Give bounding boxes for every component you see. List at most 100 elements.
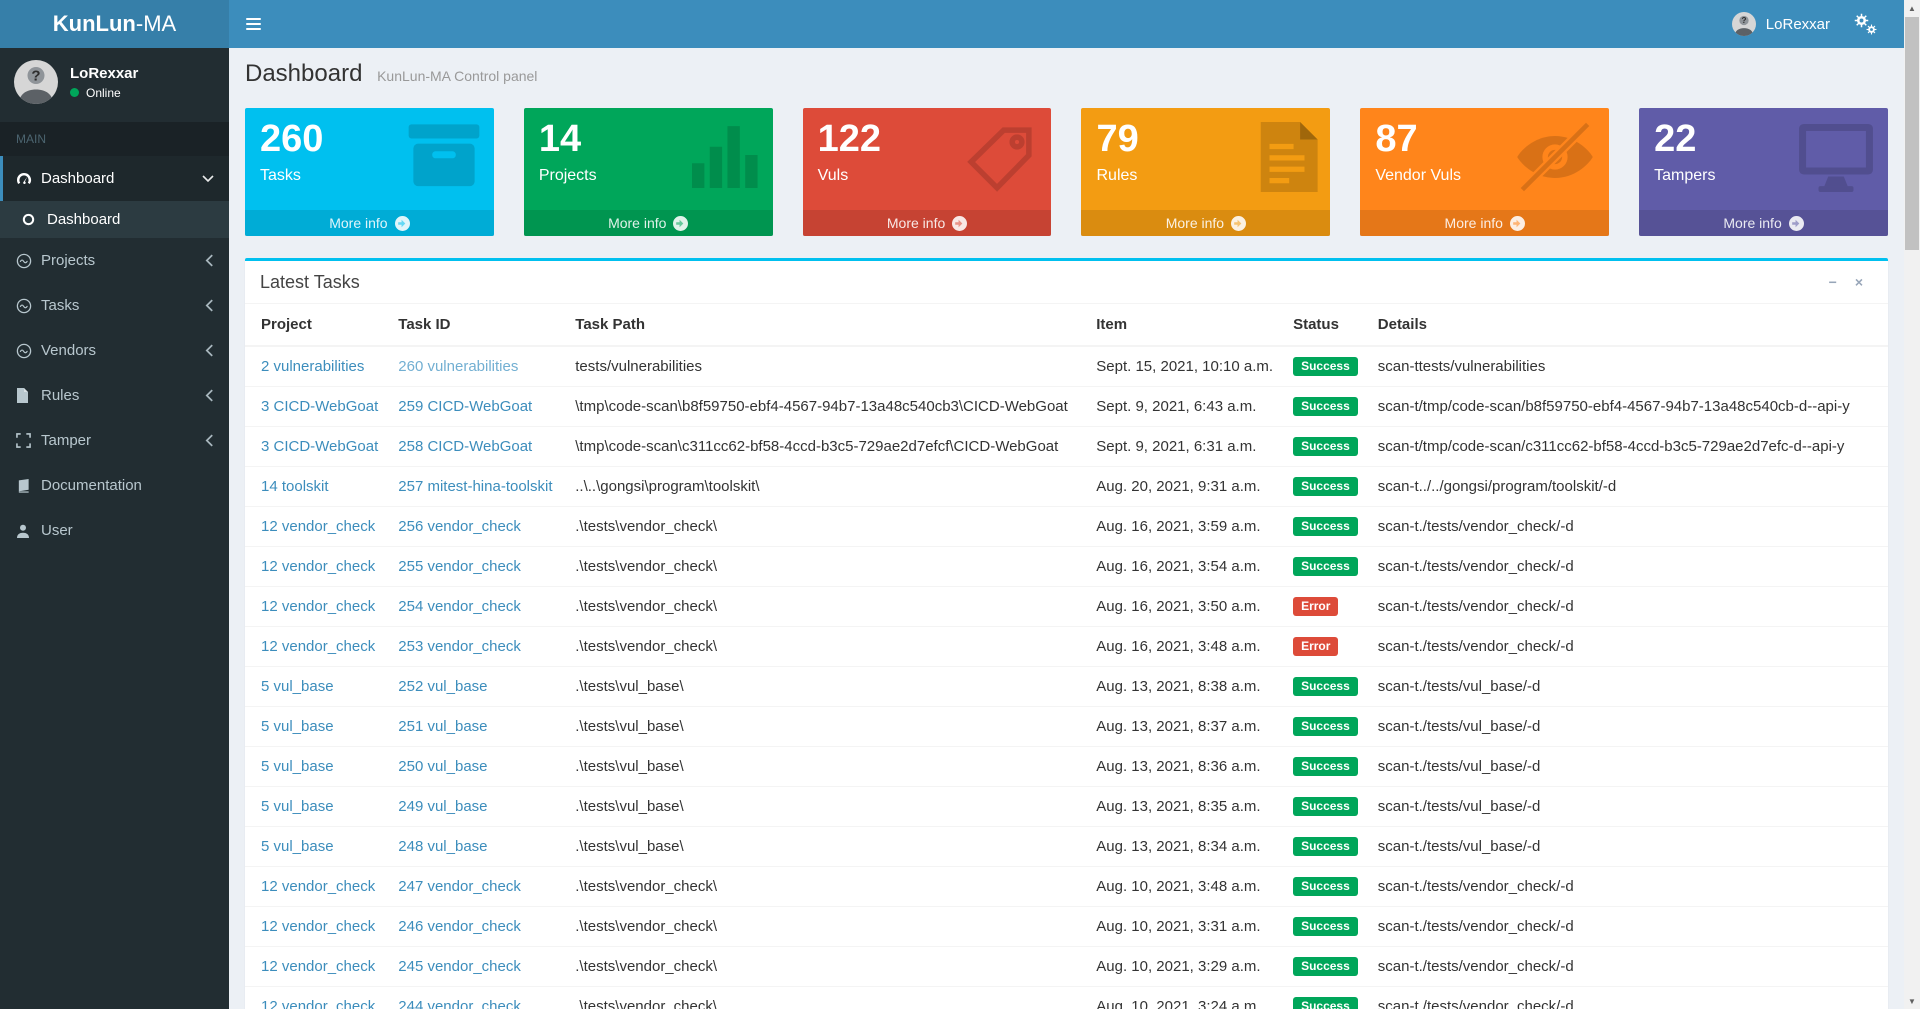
task-path: .\tests\vendor_check\ [565, 987, 1086, 1009]
task-id-link[interactable]: 252 vul_base [398, 678, 487, 695]
sidebar-item-projects: Projects [0, 238, 229, 283]
project-link[interactable]: 5 vul_base [261, 758, 334, 775]
scrollbar-thumb[interactable] [1905, 17, 1919, 250]
app-logo[interactable]: KunLun-MA [0, 0, 229, 48]
info-box-vuls: 122 Vuls More info [803, 108, 1052, 236]
scroll-down-arrow[interactable]: ▼ [1904, 993, 1920, 1009]
project-link[interactable]: 5 vul_base [261, 798, 334, 815]
chevron-left-icon [205, 434, 214, 447]
task-id-link[interactable]: 245 vendor_check [398, 958, 521, 975]
info-box-value: 79 [1096, 120, 1315, 158]
task-id-link[interactable]: 249 vul_base [398, 798, 487, 815]
table-row: 5 vul_base249 vul_base.\tests\vul_base\A… [245, 787, 1888, 827]
task-id-link[interactable]: 251 vul_base [398, 718, 487, 735]
table-row: 5 vul_base248 vul_base.\tests\vul_base\A… [245, 827, 1888, 867]
status-badge: Success [1293, 917, 1358, 936]
sidebar-link-dashboard[interactable]: Dashboard [0, 156, 229, 201]
project-link[interactable]: 12 vendor_check [261, 878, 375, 895]
info-box-vendor-vuls: 87 Vendor Vuls More info [1360, 108, 1609, 236]
project-link[interactable]: 3 CICD-WebGoat [261, 398, 378, 415]
task-details: scan-t./tests/vendor_check/-d [1368, 867, 1888, 907]
task-id-link[interactable]: 260 vulnerabilities [398, 358, 518, 375]
logo-text-light: -MA [136, 11, 176, 36]
sidebar-item-tamper: Tamper [0, 418, 229, 463]
settings-gears-icon[interactable] [1844, 0, 1890, 48]
hamburger-icon [246, 18, 261, 30]
sidebar-item-label: Tamper [41, 432, 205, 449]
sidebar-link-user[interactable]: User [0, 508, 229, 553]
task-id-link[interactable]: 257 mitest-hina-toolskit [398, 478, 552, 495]
project-link[interactable]: 5 vul_base [261, 838, 334, 855]
sidebar-user-panel: ? LoRexxar Online [0, 48, 229, 118]
vertical-scrollbar[interactable]: ▲ ▼ [1904, 0, 1920, 1009]
task-path: .\tests\vendor_check\ [565, 547, 1086, 587]
project-link[interactable]: 12 vendor_check [261, 638, 375, 655]
task-id-link[interactable]: 258 CICD-WebGoat [398, 438, 532, 455]
panel-header: Latest Tasks − × [245, 261, 1888, 304]
task-id-link[interactable]: 259 CICD-WebGoat [398, 398, 532, 415]
chevron-left-icon [205, 254, 214, 267]
scroll-up-arrow[interactable]: ▲ [1904, 0, 1920, 16]
more-info-link-projects[interactable]: More info [524, 210, 773, 236]
project-link[interactable]: 5 vul_base [261, 678, 334, 695]
sidebar-link-vendors[interactable]: Vendors [0, 328, 229, 373]
sidebar-sublink-dashboard[interactable]: Dashboard [0, 201, 229, 238]
sidebar-link-tamper[interactable]: Tamper [0, 418, 229, 463]
table-row: 12 vendor_check247 vendor_check.\tests\v… [245, 867, 1888, 907]
info-box-row: 260 Tasks More info 14 Projects More inf… [245, 108, 1888, 236]
task-id-link[interactable]: 253 vendor_check [398, 638, 521, 655]
task-item-timestamp: Aug. 10, 2021, 3:31 a.m. [1086, 907, 1283, 947]
task-id-link[interactable]: 254 vendor_check [398, 598, 521, 615]
project-link[interactable]: 12 vendor_check [261, 998, 375, 1009]
task-id-link[interactable]: 256 vendor_check [398, 518, 521, 535]
sidebar-link-rules[interactable]: Rules [0, 373, 229, 418]
more-info-label: More info [608, 215, 666, 231]
task-id-link[interactable]: 255 vendor_check [398, 558, 521, 575]
project-link[interactable]: 12 vendor_check [261, 918, 375, 935]
more-info-link-vendor-vuls[interactable]: More info [1360, 210, 1609, 236]
sidebar-link-documentation[interactable]: Documentation [0, 463, 229, 508]
collapse-button[interactable]: − [1827, 273, 1839, 291]
task-id-link[interactable]: 244 vendor_check [398, 998, 521, 1009]
project-link[interactable]: 12 vendor_check [261, 598, 375, 615]
task-path: .\tests\vendor_check\ [565, 507, 1086, 547]
arrow-circle-right-icon [1231, 216, 1246, 231]
project-link[interactable]: 5 vul_base [261, 718, 334, 735]
task-id-link[interactable]: 246 vendor_check [398, 918, 521, 935]
table-row: 3 CICD-WebGoat 259 CICD-WebGoat \tmp\code-… [245, 387, 1888, 427]
task-path: .\tests\vendor_check\ [565, 587, 1086, 627]
table-row: 12 vendor_check 254 vendor_check .\tests\v… [245, 587, 1888, 627]
project-link[interactable]: 2 vulnerabilities [261, 358, 364, 375]
sidebar-toggle-button[interactable] [229, 0, 277, 48]
project-link[interactable]: 3 CICD-WebGoat [261, 438, 378, 455]
info-box-value: 22 [1654, 120, 1873, 158]
more-info-label: More info [1723, 215, 1781, 231]
sidebar-link-projects[interactable]: Projects [0, 238, 229, 283]
project-link[interactable]: 14 toolskit [261, 478, 329, 495]
task-path: .\tests\vendor_check\ [565, 907, 1086, 947]
status-badge: Success [1293, 677, 1358, 696]
more-info-link-tasks[interactable]: More info [245, 210, 494, 236]
task-id-link[interactable]: 248 vul_base [398, 838, 487, 855]
project-link[interactable]: 12 vendor_check [261, 518, 375, 535]
sidebar-link-tasks[interactable]: Tasks [0, 283, 229, 328]
more-info-link-vuls[interactable]: More info [803, 210, 1052, 236]
task-id-link[interactable]: 250 vul_base [398, 758, 487, 775]
task-details: scan-t../../gongsi/program/toolskit/-d [1368, 467, 1888, 507]
more-info-link-tampers[interactable]: More info [1639, 210, 1888, 236]
project-link[interactable]: 12 vendor_check [261, 558, 375, 575]
user-status[interactable]: Online [70, 86, 138, 100]
task-path: .\tests\vul_base\ [565, 747, 1086, 787]
status-badge: Success [1293, 837, 1358, 856]
analytics-icon [16, 253, 41, 269]
project-link[interactable]: 12 vendor_check [261, 958, 375, 975]
task-path: \tmp\code-scan\b8f59750-ebf4-4567-94b7-1… [565, 387, 1086, 427]
table-row: 12 vendor_check 256 vendor_check .\tests\v… [245, 507, 1888, 547]
task-item-timestamp: Aug. 13, 2021, 8:38 a.m. [1086, 667, 1283, 707]
task-item-timestamp: Sept. 9, 2021, 6:31 a.m. [1086, 427, 1283, 467]
more-info-link-rules[interactable]: More info [1081, 210, 1330, 236]
navbar-user-menu[interactable]: ? LoRexxar [1718, 0, 1844, 48]
task-id-link[interactable]: 247 vendor_check [398, 878, 521, 895]
task-path: .\tests\vul_base\ [565, 667, 1086, 707]
close-button[interactable]: × [1853, 273, 1865, 291]
